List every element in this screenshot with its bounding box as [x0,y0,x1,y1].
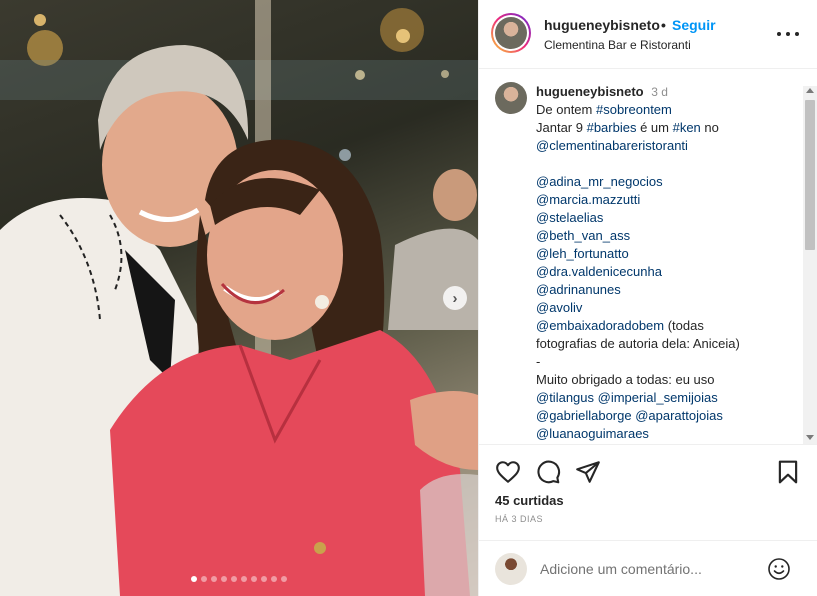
avatar [495,17,527,49]
current-user-avatar [495,553,527,585]
mention-link[interactable]: @gabriellaborge [536,408,632,423]
carousel-dot [241,576,247,582]
caption-avatar[interactable] [495,82,527,114]
carousel-dot [231,576,237,582]
header-username[interactable]: hugueneybisneto [544,17,660,33]
more-options-icon[interactable] [777,24,799,44]
carousel-dot [191,576,197,582]
caption-line: @leh_fortunatto [536,245,796,263]
carousel-dot [281,576,287,582]
mention-link[interactable]: @adrinanunes [536,282,621,297]
chevron-right-icon: › [452,289,458,307]
mention-link[interactable]: @avoliv [536,300,582,315]
post-date: HÁ 3 DIAS [495,514,544,524]
heart-icon[interactable] [495,459,521,485]
mention-link[interactable]: @tilangus [536,390,594,405]
header-separator: • [661,17,666,33]
mention-link[interactable]: @embaixadoradobem [536,318,664,333]
caption: hugueneybisneto 3 d De ontem #sobreontem… [536,83,796,443]
mention-link[interactable]: @luanaoguimaraes [536,426,649,441]
caption-time: 3 d [651,85,668,99]
mention-link[interactable]: @beth_van_ass [536,228,630,243]
caption-line: Muito obrigado a todas: eu uso [536,371,796,389]
likes-count[interactable]: 45 curtidas [495,493,564,508]
mention-link[interactable]: @stelaelias [536,210,603,225]
share-icon[interactable] [575,459,601,485]
carousel-dot [251,576,257,582]
story-ring[interactable] [491,13,531,53]
hashtag-link[interactable]: #ken [673,120,701,135]
caption-line [536,155,796,173]
location-link[interactable]: Clementina Bar e Ristoranti [544,38,691,52]
mention-link[interactable]: @dra.valdenicecunha [536,264,662,279]
carousel-dot [271,576,277,582]
mention-link[interactable]: @imperial_semijoias [598,390,718,405]
caption-line: @marcia.mazzutti [536,191,796,209]
post-sidebar: hugueneybisneto • Seguir Clementina Bar … [478,0,817,596]
caption-line: @adrinanunes [536,281,796,299]
post-header: hugueneybisneto • Seguir Clementina Bar … [479,0,817,69]
bookmark-icon[interactable] [775,459,801,485]
carousel-dot [211,576,217,582]
caption-text-segment: Jantar 9 [536,120,587,135]
post-actions: 45 curtidas HÁ 3 DIAS [479,444,817,540]
caption-text-segment: no [700,120,719,135]
caption-line: Jantar 9 #barbies é um #ken no [536,119,796,137]
mention-link[interactable]: @adina_mr_negocios [536,174,663,189]
carousel-next-button[interactable]: › [443,286,467,310]
caption-line: De ontem #sobreontem [536,101,796,119]
hashtag-link[interactable]: #barbies [587,120,637,135]
caption-line: fotografias de autoria dela: Aniceia) [536,335,796,353]
carousel-dots [0,576,478,582]
caption-text-segment: fotografias de autoria dela: Aniceia) [536,336,740,351]
caption-line: @avoliv [536,299,796,317]
caption-line: @stelaelias [536,209,796,227]
comment-icon[interactable] [535,459,561,485]
follow-button[interactable]: Seguir [672,17,716,33]
comments-area[interactable]: hugueneybisneto 3 d De ontem #sobreontem… [479,70,817,444]
scroll-thumb[interactable] [805,100,815,250]
caption-line: @adina_mr_negocios [536,173,796,191]
caption-text: De ontem #sobreontem Jantar 9 #barbies é … [536,101,796,443]
mention-link[interactable]: @marcia.mazzutti [536,192,640,207]
caption-line: @dra.valdenicecunha [536,263,796,281]
caption-username[interactable]: hugueneybisneto [536,84,644,99]
carousel-dot [201,576,207,582]
caption-line: @tilangus @imperial_semijoias [536,389,796,407]
caption-text-segment: é um [636,120,673,135]
carousel-dot [261,576,267,582]
mention-link[interactable]: @leh_fortunatto [536,246,629,261]
caption-line: @embaixadoradobem (todas [536,317,796,335]
caption-text-segment: De ontem [536,102,596,117]
comments-scrollbar[interactable] [803,86,817,444]
photo-illustration [0,0,478,596]
caption-line: @gabriellaborge @aparattojoias [536,407,796,425]
caption-line: - [536,353,796,371]
post-photo[interactable]: › [0,0,478,596]
caption-text-segment: (todas [664,318,704,333]
caption-line: @beth_van_ass [536,227,796,245]
caption-text-segment: - [536,354,541,369]
carousel-dot [221,576,227,582]
comment-input[interactable] [540,558,760,580]
caption-text-segment: Muito obrigado a todas: eu uso [536,372,715,387]
hashtag-link[interactable]: #sobreontem [596,102,672,117]
caption-line: @clementinabareristoranti [536,137,796,155]
emoji-icon[interactable] [767,557,791,581]
caption-line: @luanaoguimaraes [536,425,796,443]
scroll-up-arrow-icon[interactable] [806,88,814,93]
add-comment-bar [479,540,817,596]
mention-link[interactable]: @clementinabareristoranti [536,138,688,153]
mention-link[interactable]: @aparattojoias [635,408,723,423]
scroll-down-arrow-icon[interactable] [806,435,814,440]
